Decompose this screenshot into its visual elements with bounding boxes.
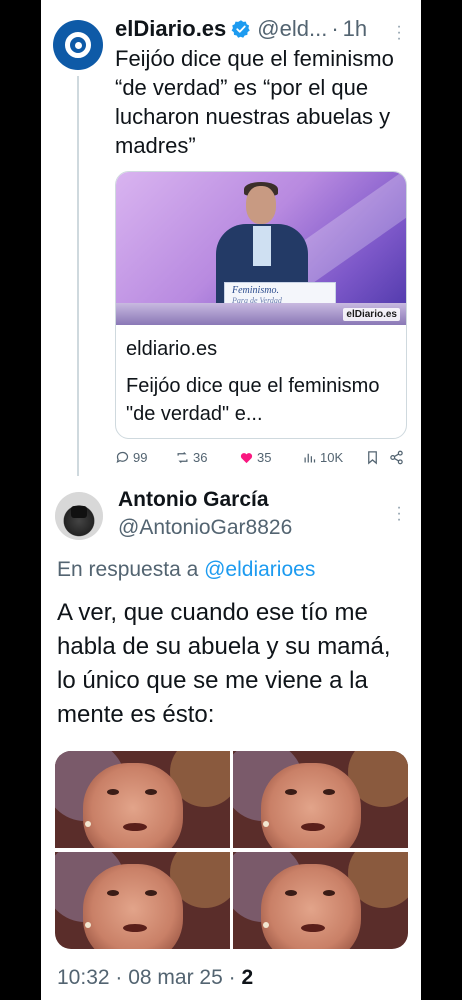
view-count: 10K — [320, 450, 344, 465]
reply-icon — [116, 451, 129, 464]
share-icon — [390, 450, 403, 465]
bookmark-icon — [368, 451, 377, 465]
reply-context: En respuesta a @eldiarioes — [57, 558, 315, 582]
link-title: Feijóo dice que el feminismo "de verdad"… — [126, 375, 380, 425]
like-count: 35 — [257, 450, 272, 465]
tweet1-more-icon[interactable]: · · · — [394, 19, 404, 47]
tweet1-timestamp[interactable]: 1h — [343, 16, 367, 42]
reply-count: 99 — [133, 450, 148, 465]
reply-button[interactable]: 99 — [115, 450, 147, 465]
reply-prefix: En respuesta a — [57, 558, 199, 581]
tweet2-author-name[interactable]: Antonio García — [118, 488, 269, 512]
link-domain: eldiario.es — [126, 338, 218, 360]
camera-icon — [71, 506, 87, 518]
podium-title: Feminismo. — [232, 285, 279, 296]
share-button[interactable] — [389, 450, 404, 465]
tweet2-view-count: 2 — [241, 966, 254, 989]
tweet2-more-icon[interactable]: · · · — [394, 500, 404, 528]
eldiario-watermark: elDiario.es — [343, 308, 400, 321]
tweet1-text: Feijóo dice que el feminismo “de verdad”… — [115, 46, 394, 158]
media-image[interactable] — [233, 852, 408, 949]
tweet1-header: elDiario.es @eld... · 1h — [115, 14, 415, 44]
media-image[interactable] — [233, 751, 408, 848]
heart-icon — [240, 453, 253, 464]
thread-line — [77, 76, 79, 476]
link-preview-image: Feminismo. Para de Verdad elDiario.es — [116, 172, 406, 325]
repost-icon — [177, 452, 188, 463]
reply-mention-link[interactable]: @eldiarioes — [204, 558, 315, 581]
tweet1-separator: · — [331, 16, 339, 41]
tweet-thread: elDiario.es @eld... · 1h · · · Feijóo dice… — [41, 0, 421, 1000]
tweet2-timestamp[interactable]: 10:32 · 08 mar 25 · — [57, 966, 236, 989]
media-image[interactable] — [55, 751, 230, 848]
repost-button[interactable]: 36 — [175, 450, 207, 465]
antonio-avatar[interactable] — [55, 492, 103, 540]
tweet2-handle[interactable]: @AntonioGar8826 — [118, 516, 292, 540]
eldiario-logo-icon — [65, 32, 91, 58]
tweet1-author-name[interactable]: elDiario.es — [115, 16, 226, 42]
bookmark-button[interactable] — [365, 450, 380, 465]
link-preview-card[interactable]: Feminismo. Para de Verdad elDiario.es el… — [115, 171, 407, 439]
tweet2-text: A ver, que cuando ese tío me habla de su… — [57, 599, 391, 728]
media-image[interactable] — [55, 852, 230, 949]
verified-badge-icon — [231, 20, 251, 38]
tweet2-footer: 10:32 · 08 mar 25 · 2 — [57, 966, 253, 990]
eldiario-avatar[interactable] — [53, 20, 103, 70]
views-button[interactable]: 10K — [302, 450, 343, 465]
repost-count: 36 — [193, 450, 208, 465]
tweet1-actions: 99 36 35 10K — [115, 450, 415, 470]
like-button[interactable]: 35 — [239, 450, 271, 465]
tweet1-handle[interactable]: @eld... — [257, 16, 327, 42]
views-icon — [304, 453, 316, 463]
media-grid — [55, 751, 408, 949]
